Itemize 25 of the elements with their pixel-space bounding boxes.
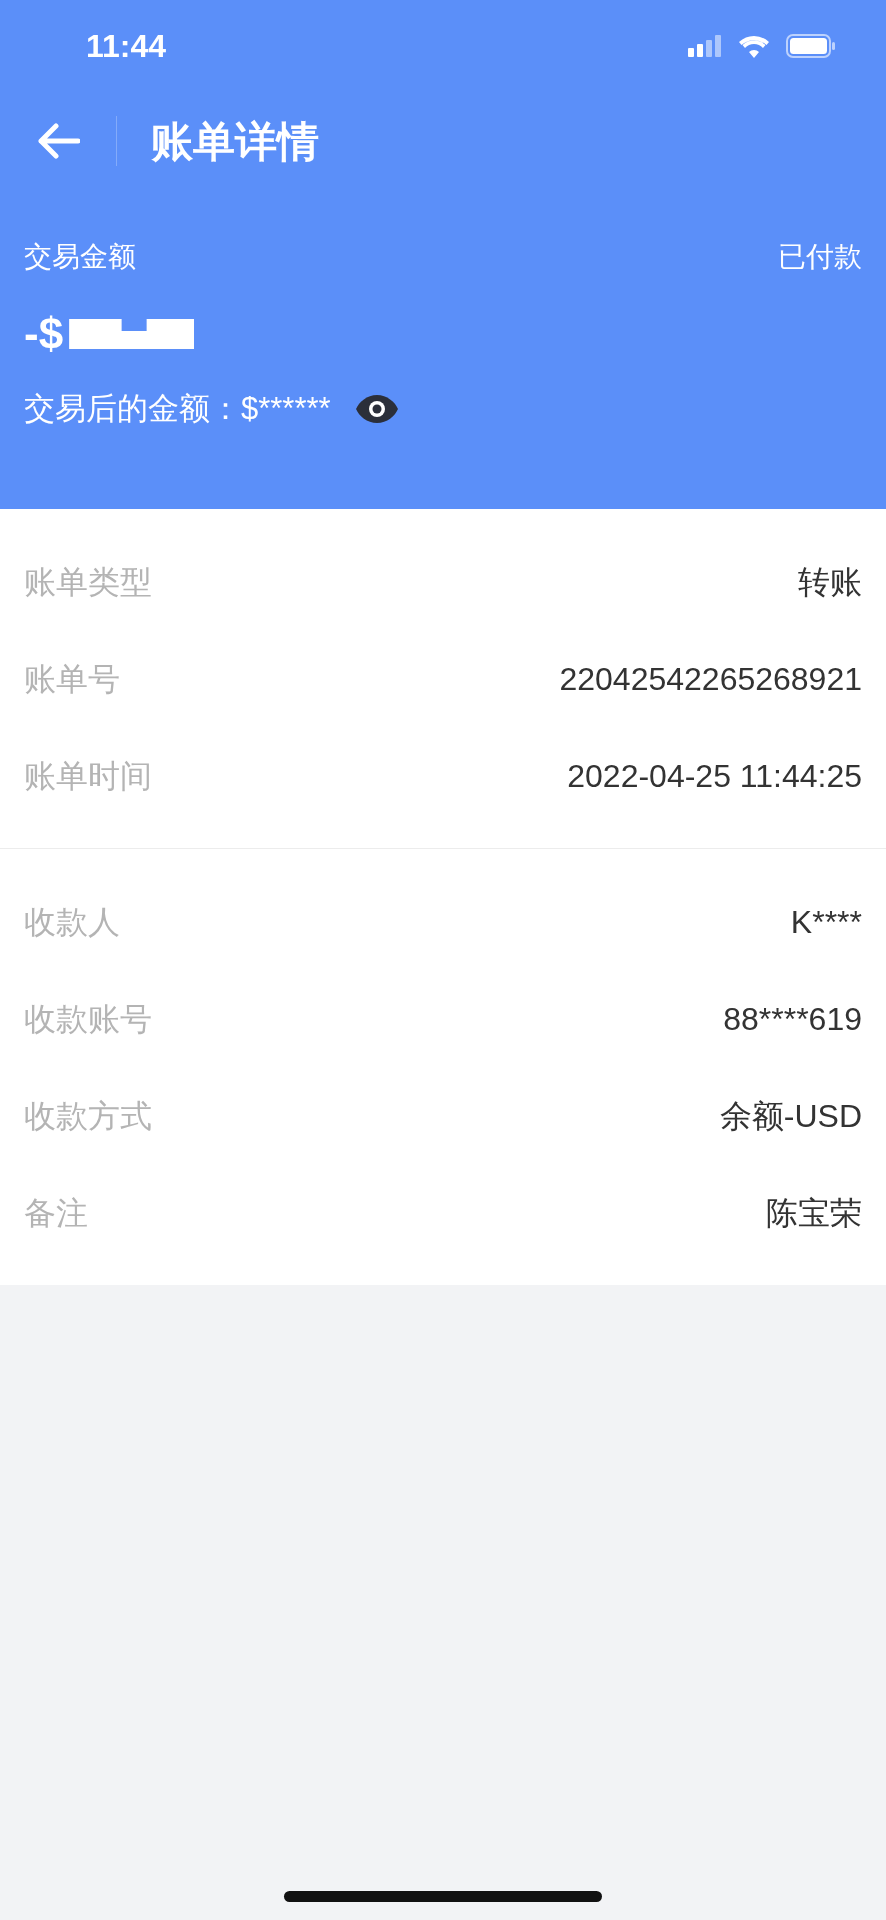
detail-value: 22042542265268921 bbox=[559, 659, 862, 699]
back-arrow-icon bbox=[36, 123, 80, 159]
status-time: 11:44 bbox=[86, 27, 167, 66]
detail-value: 余额-USD bbox=[719, 1096, 862, 1136]
detail-value: K**** bbox=[790, 902, 862, 942]
battery-icon bbox=[786, 34, 836, 58]
signal-icon bbox=[688, 35, 722, 57]
detail-value: 88****619 bbox=[723, 999, 862, 1039]
eye-icon[interactable] bbox=[354, 394, 399, 425]
detail-label: 账单号 bbox=[24, 659, 120, 699]
wifi-icon bbox=[738, 34, 770, 58]
detail-value: 转账 bbox=[798, 562, 862, 602]
detail-label: 收款方式 bbox=[24, 1096, 152, 1136]
detail-label: 账单类型 bbox=[24, 562, 152, 602]
detail-label: 账单时间 bbox=[24, 756, 152, 796]
detail-value: 2022-04-25 11:44:25 bbox=[567, 756, 862, 796]
detail-label: 备注 bbox=[24, 1193, 88, 1233]
payment-status: 已付款 bbox=[778, 240, 862, 274]
page-title: 账单详情 bbox=[151, 116, 319, 167]
amount-label: 交易金额 bbox=[24, 240, 136, 274]
detail-label: 收款账号 bbox=[24, 999, 152, 1039]
amount-value: -$ bbox=[24, 312, 64, 356]
detail-value: 陈宝荣 bbox=[766, 1193, 862, 1233]
detail-label: 收款人 bbox=[24, 902, 120, 942]
balance-text: 交易后的金额：$****** bbox=[24, 390, 331, 428]
